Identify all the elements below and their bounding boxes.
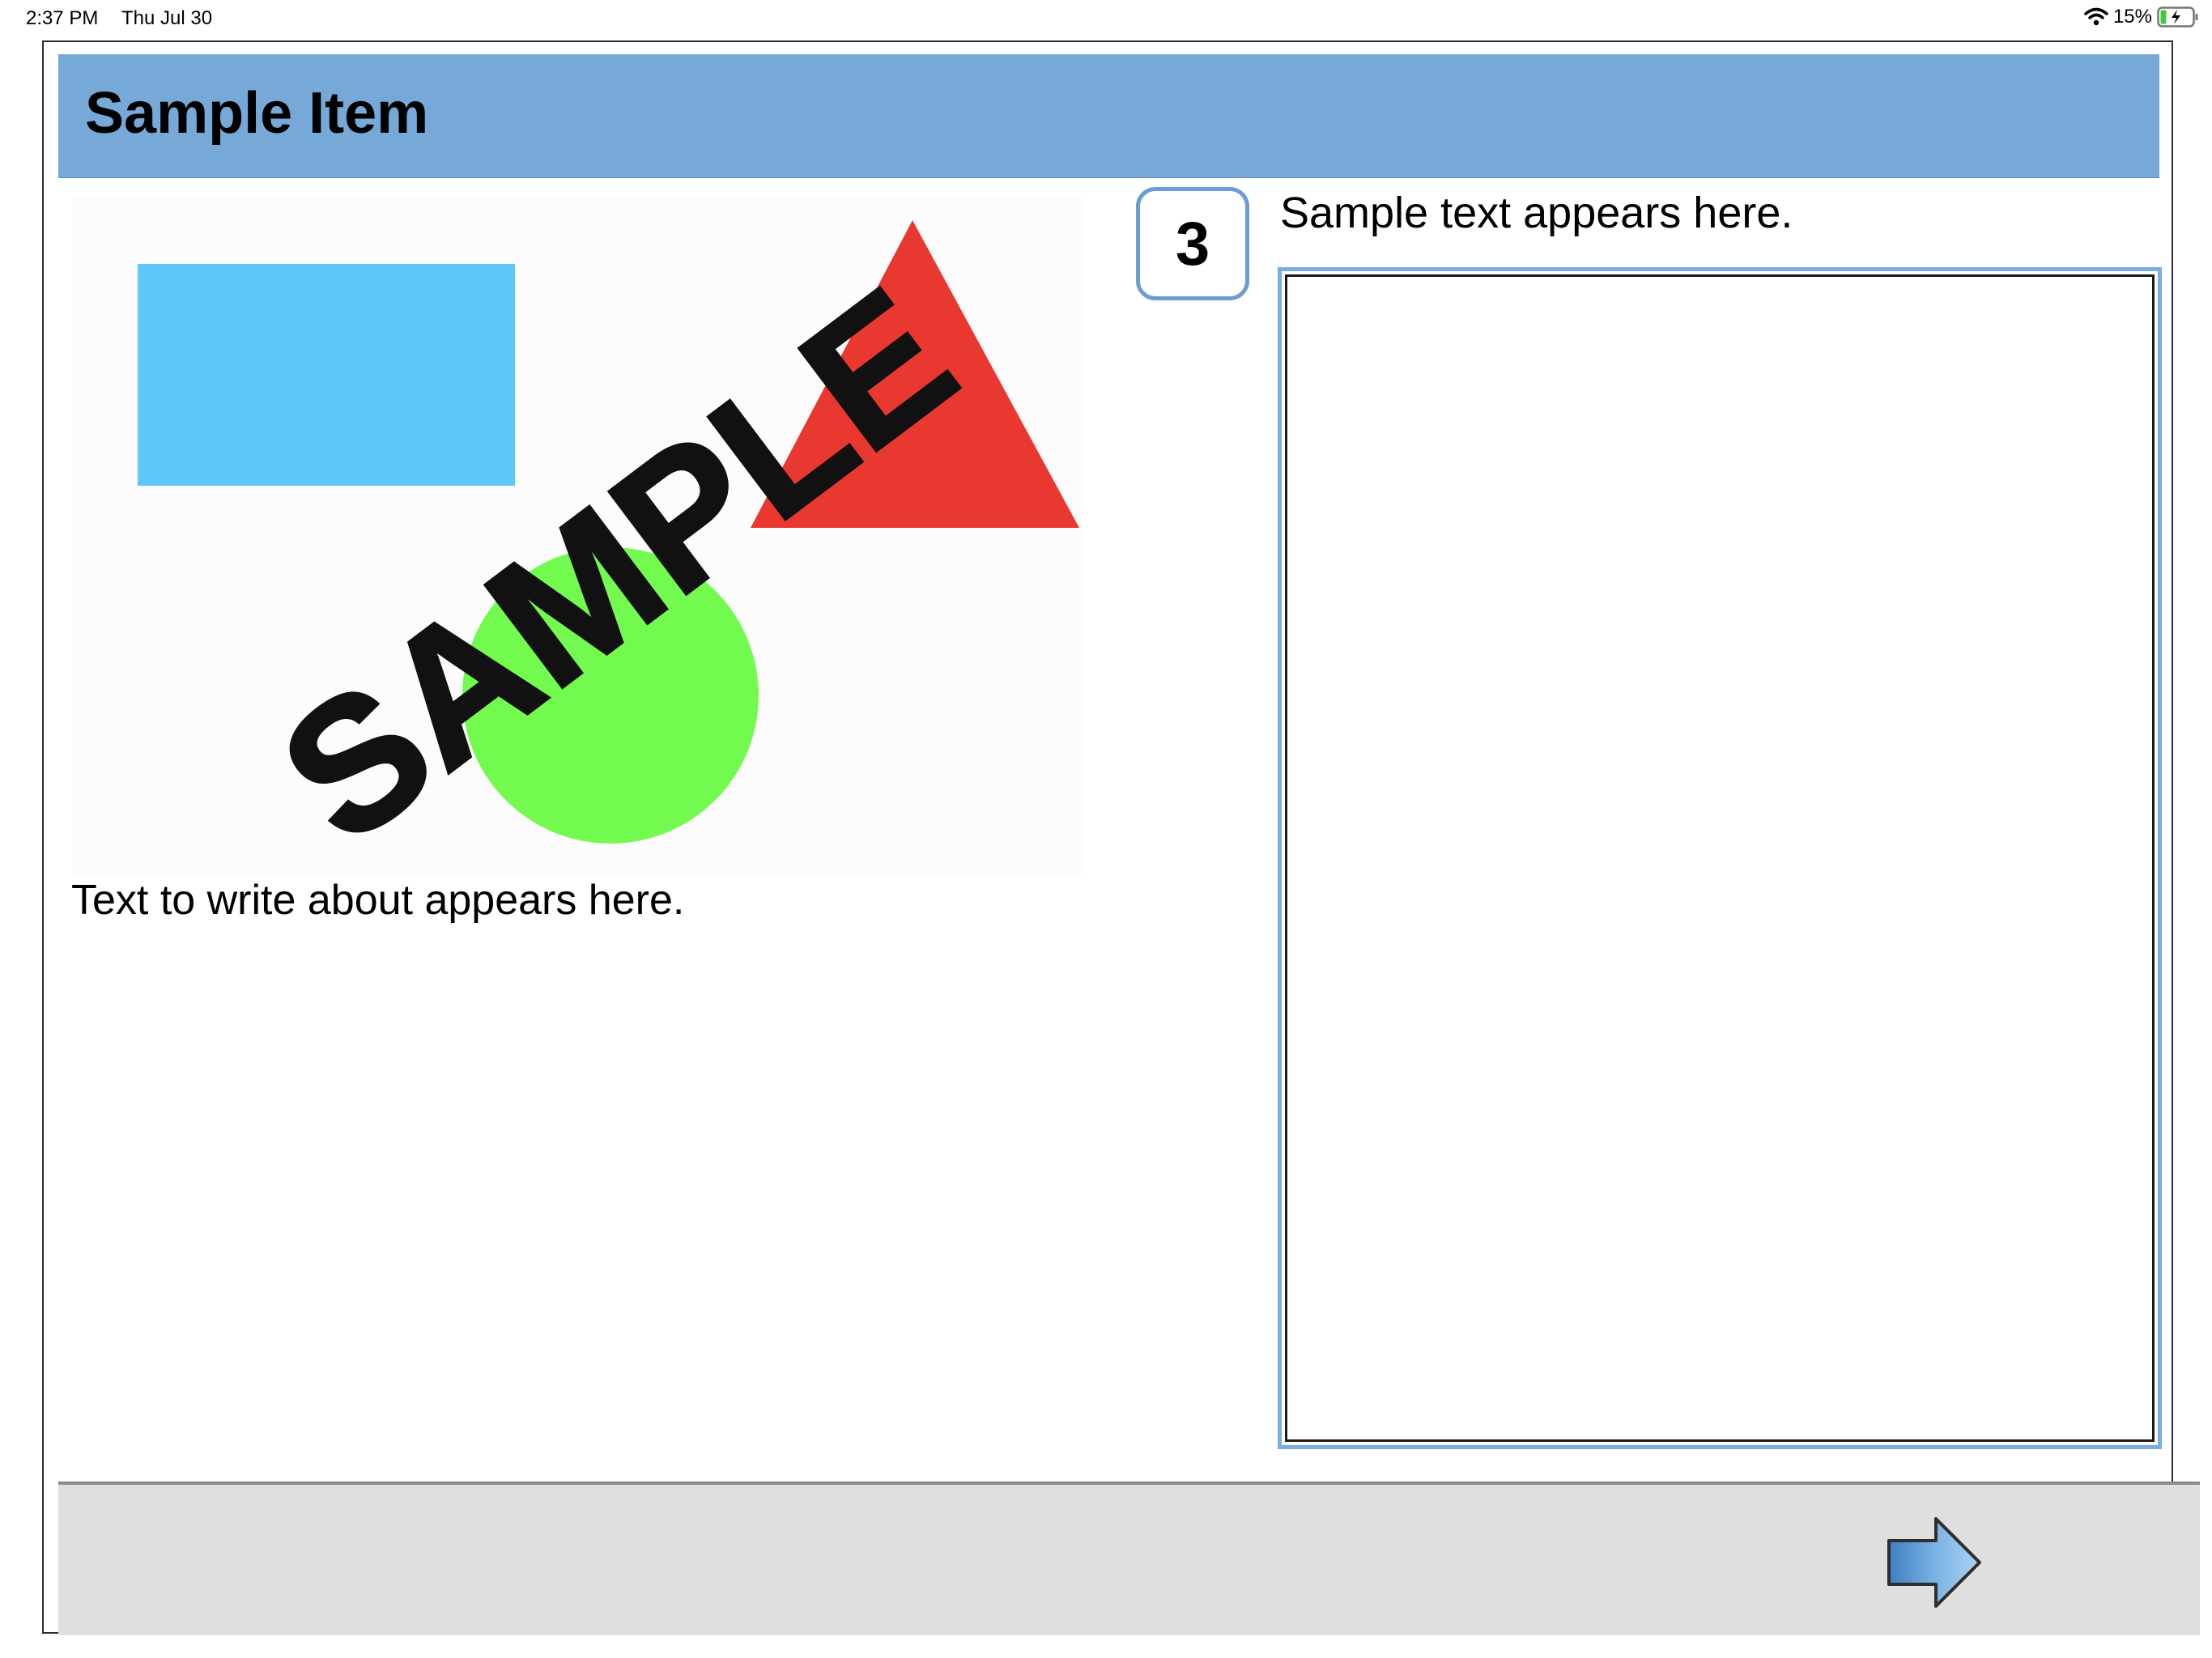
status-date: Thu Jul 30	[121, 7, 213, 29]
prompt-text: Sample text appears here.	[1280, 189, 1793, 237]
battery-charging-icon	[2157, 6, 2199, 28]
page-title: Sample Item	[85, 81, 429, 146]
sample-graphic: SAMPLE	[138, 220, 1079, 884]
question-number: 3	[1136, 187, 1249, 300]
footer-bar	[58, 1482, 2200, 1635]
response-box	[1278, 267, 2162, 1449]
sample-image: SAMPLE	[73, 196, 1085, 884]
response-input[interactable]	[1285, 274, 2155, 1442]
next-button[interactable]	[1884, 1514, 1986, 1611]
status-right: 15%	[2084, 6, 2199, 28]
battery-percent: 15%	[2112, 6, 2152, 28]
wifi-icon	[2084, 7, 2108, 27]
status-time: 2:37 PM	[26, 7, 99, 29]
title-bar: Sample Item	[58, 54, 2159, 178]
status-bar: 2:37 PM Thu Jul 30 15%	[0, 0, 2212, 37]
item-frame: Sample Item SAMPLE Text to write about a…	[42, 40, 2200, 1635]
arrow-right-icon	[1887, 1517, 1981, 1608]
blue-rectangle	[138, 264, 515, 486]
stimulus-text: Text to write about appears here.	[71, 877, 685, 924]
